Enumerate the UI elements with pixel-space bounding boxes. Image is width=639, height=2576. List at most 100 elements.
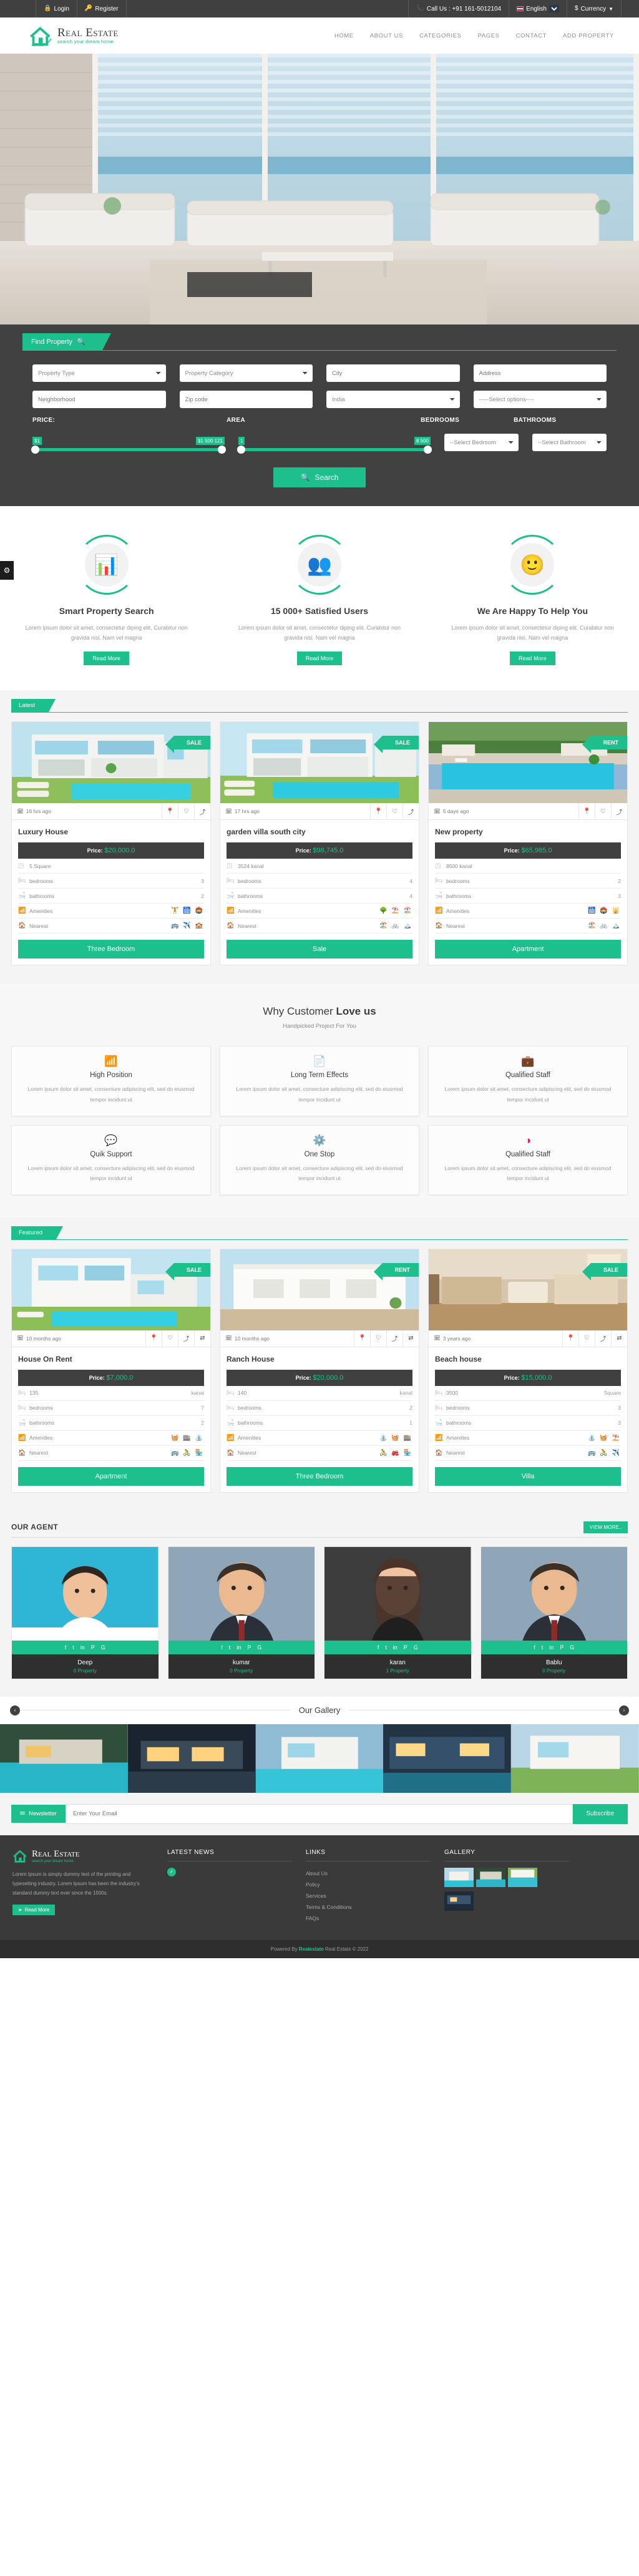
footer-gallery-item[interactable] [508, 1867, 537, 1889]
share-icon[interactable]: ⤴ [194, 803, 210, 820]
language-switcher[interactable]: English [509, 0, 567, 17]
gallery-item[interactable] [383, 1724, 512, 1793]
heart-icon[interactable]: ♡ [386, 803, 402, 820]
nav-item-home[interactable]: HOME [334, 32, 354, 39]
property-action-button[interactable]: Sale [227, 940, 412, 959]
footer-gallery-item[interactable] [444, 1891, 474, 1913]
google-icon[interactable]: G [414, 1644, 418, 1651]
property-category-select[interactable]: Property Category [179, 364, 313, 382]
call-us-item[interactable]: 📞 Call Us : +91 161-5012104 [408, 0, 510, 17]
facebook-icon[interactable]: f [534, 1644, 535, 1651]
property-card[interactable]: SALE 🗓 17 hrs ago 📍 ♡ ⤴ garden villa sou… [220, 721, 419, 966]
compare-icon[interactable]: ⇄ [194, 1330, 210, 1347]
find-property-tab[interactable]: Find Property 🔍 [22, 333, 111, 351]
footer-link-policy[interactable]: Policy [306, 1879, 431, 1890]
country-select[interactable]: India [326, 391, 460, 408]
gallery-item[interactable] [127, 1724, 256, 1793]
nav-item-categories[interactable]: CATEGORIES [419, 32, 462, 39]
google-icon[interactable]: G [101, 1644, 105, 1651]
twitter-icon[interactable]: t [385, 1644, 387, 1651]
heart-icon[interactable]: ♡ [370, 1330, 386, 1347]
heart-icon[interactable]: ♡ [595, 803, 611, 820]
view-more-button[interactable]: VIEW MORE.. [583, 1521, 628, 1533]
twitter-icon[interactable]: t [72, 1644, 74, 1651]
share-icon[interactable]: ⤴ [402, 803, 419, 820]
agent-card[interactable]: f t in P G Deep 0 Property [11, 1546, 159, 1679]
gallery-item[interactable] [0, 1724, 128, 1793]
property-card[interactable]: SALE 🗓 16 hrs ago 📍 ♡ ⤴ Luxury House Pri… [11, 721, 211, 966]
subscribe-button[interactable]: Subscribe [572, 1803, 628, 1824]
gallery-next-button[interactable]: › [619, 1705, 629, 1715]
footer-read-more-button[interactable]: ➤ Read More [12, 1904, 56, 1915]
language-select[interactable] [549, 5, 559, 12]
property-action-button[interactable]: Apartment [18, 1466, 204, 1486]
price-slider-handle-min[interactable] [31, 446, 39, 454]
area-slider-handle-max[interactable] [424, 446, 432, 454]
read-more-button[interactable]: Read More [296, 651, 343, 666]
nav-item-contact[interactable]: CONTACT [516, 32, 547, 39]
pinterest-icon[interactable]: P [247, 1644, 251, 1651]
map-pin-icon[interactable]: 📍 [354, 1330, 370, 1347]
agent-card[interactable]: f t in P G kumar 0 Property [167, 1546, 315, 1679]
footer-link-about-us[interactable]: About Us [306, 1868, 431, 1879]
read-more-button[interactable]: Read More [510, 651, 555, 666]
search-button[interactable]: 🔍 Search [273, 467, 366, 487]
gallery-prev-button[interactable]: ‹ [10, 1705, 20, 1715]
map-pin-icon[interactable]: 📍 [162, 803, 178, 820]
price-slider-handle-max[interactable] [218, 446, 226, 454]
map-pin-icon[interactable]: 📍 [145, 1330, 162, 1347]
bedrooms-select[interactable]: --Select Bedroom [444, 434, 519, 451]
footer-link-terms[interactable]: Terms & Conditions [306, 1901, 431, 1913]
area-slider-handle-min[interactable] [237, 446, 245, 454]
price-range-slider[interactable]: $1 $1 500 121 [31, 437, 226, 454]
linkedin-icon[interactable]: in [237, 1644, 241, 1651]
share-icon[interactable]: ⤴ [595, 1330, 611, 1347]
property-action-button[interactable]: Apartment [435, 940, 621, 959]
property-card[interactable]: SALE 🗓 10 months ago 📍 ♡ ⤴ ⇄ House On Re… [11, 1248, 211, 1493]
linkedin-icon[interactable]: in [80, 1644, 85, 1651]
linkedin-icon[interactable]: in [549, 1644, 554, 1651]
property-card[interactable]: RENT 🗓 10 months ago 📍 ♡ ⤴ ⇄ Ranch House… [220, 1248, 419, 1493]
agent-card[interactable]: f t in P G Bablu 0 Property [480, 1546, 628, 1679]
twitter-icon[interactable]: t [229, 1644, 231, 1651]
facebook-icon[interactable]: f [221, 1644, 223, 1651]
share-icon[interactable]: ⤴ [386, 1330, 402, 1347]
footer-gallery-item[interactable] [476, 1867, 505, 1889]
map-pin-icon[interactable]: 📍 [370, 803, 386, 820]
currency-switcher[interactable]: $ Currency ▼ [566, 0, 622, 17]
address-input[interactable] [473, 364, 607, 382]
footer-link-faqs[interactable]: FAQs [306, 1913, 431, 1924]
pinterest-icon[interactable]: P [404, 1644, 407, 1651]
linkedin-icon[interactable]: in [393, 1644, 398, 1651]
gallery-item[interactable] [255, 1724, 384, 1793]
read-more-button[interactable]: Read More [84, 651, 129, 666]
map-pin-icon[interactable]: 📍 [578, 803, 595, 820]
share-icon[interactable]: ⤴ [611, 803, 627, 820]
pinterest-icon[interactable]: P [560, 1644, 563, 1651]
property-card[interactable]: SALE 🗓 3 years ago 📍 ♡ ⤴ ⇄ Beach house P… [428, 1248, 628, 1493]
agent-card[interactable]: f t in P G karan 1 Property [324, 1546, 472, 1679]
property-action-button[interactable]: Three Bedroom [227, 1466, 412, 1486]
zipcode-input[interactable] [179, 391, 313, 408]
area-range-slider[interactable]: 1 8 500 [237, 437, 432, 454]
bathrooms-select[interactable]: --Select Bathroom [532, 434, 607, 451]
compare-icon[interactable]: ⇄ [611, 1330, 627, 1347]
google-icon[interactable]: G [570, 1644, 574, 1651]
nav-item-add-property[interactable]: ADD PROPERTY [563, 32, 614, 39]
footer-gallery-item[interactable] [444, 1867, 474, 1889]
property-card[interactable]: RENT 🗓 5 days ago 📍 ♡ ⤴ New property Pri… [428, 721, 628, 966]
twitter-icon[interactable]: t [542, 1644, 544, 1651]
property-action-button[interactable]: Three Bedroom [18, 940, 204, 959]
newsletter-email-input[interactable] [65, 1803, 573, 1824]
compare-icon[interactable]: ⇄ [402, 1330, 419, 1347]
heart-icon[interactable]: ♡ [578, 1330, 595, 1347]
map-pin-icon[interactable]: 📍 [562, 1330, 578, 1347]
google-icon[interactable]: G [257, 1644, 261, 1651]
pinterest-icon[interactable]: P [91, 1644, 95, 1651]
heart-icon[interactable]: ♡ [162, 1330, 178, 1347]
neighborhood-input[interactable] [32, 391, 166, 408]
logo[interactable]: Real Estate search your dream home [29, 25, 119, 46]
share-icon[interactable]: ⤴ [178, 1330, 194, 1347]
login-button[interactable]: 🔒 Login [36, 0, 77, 17]
gallery-item[interactable] [511, 1724, 639, 1793]
